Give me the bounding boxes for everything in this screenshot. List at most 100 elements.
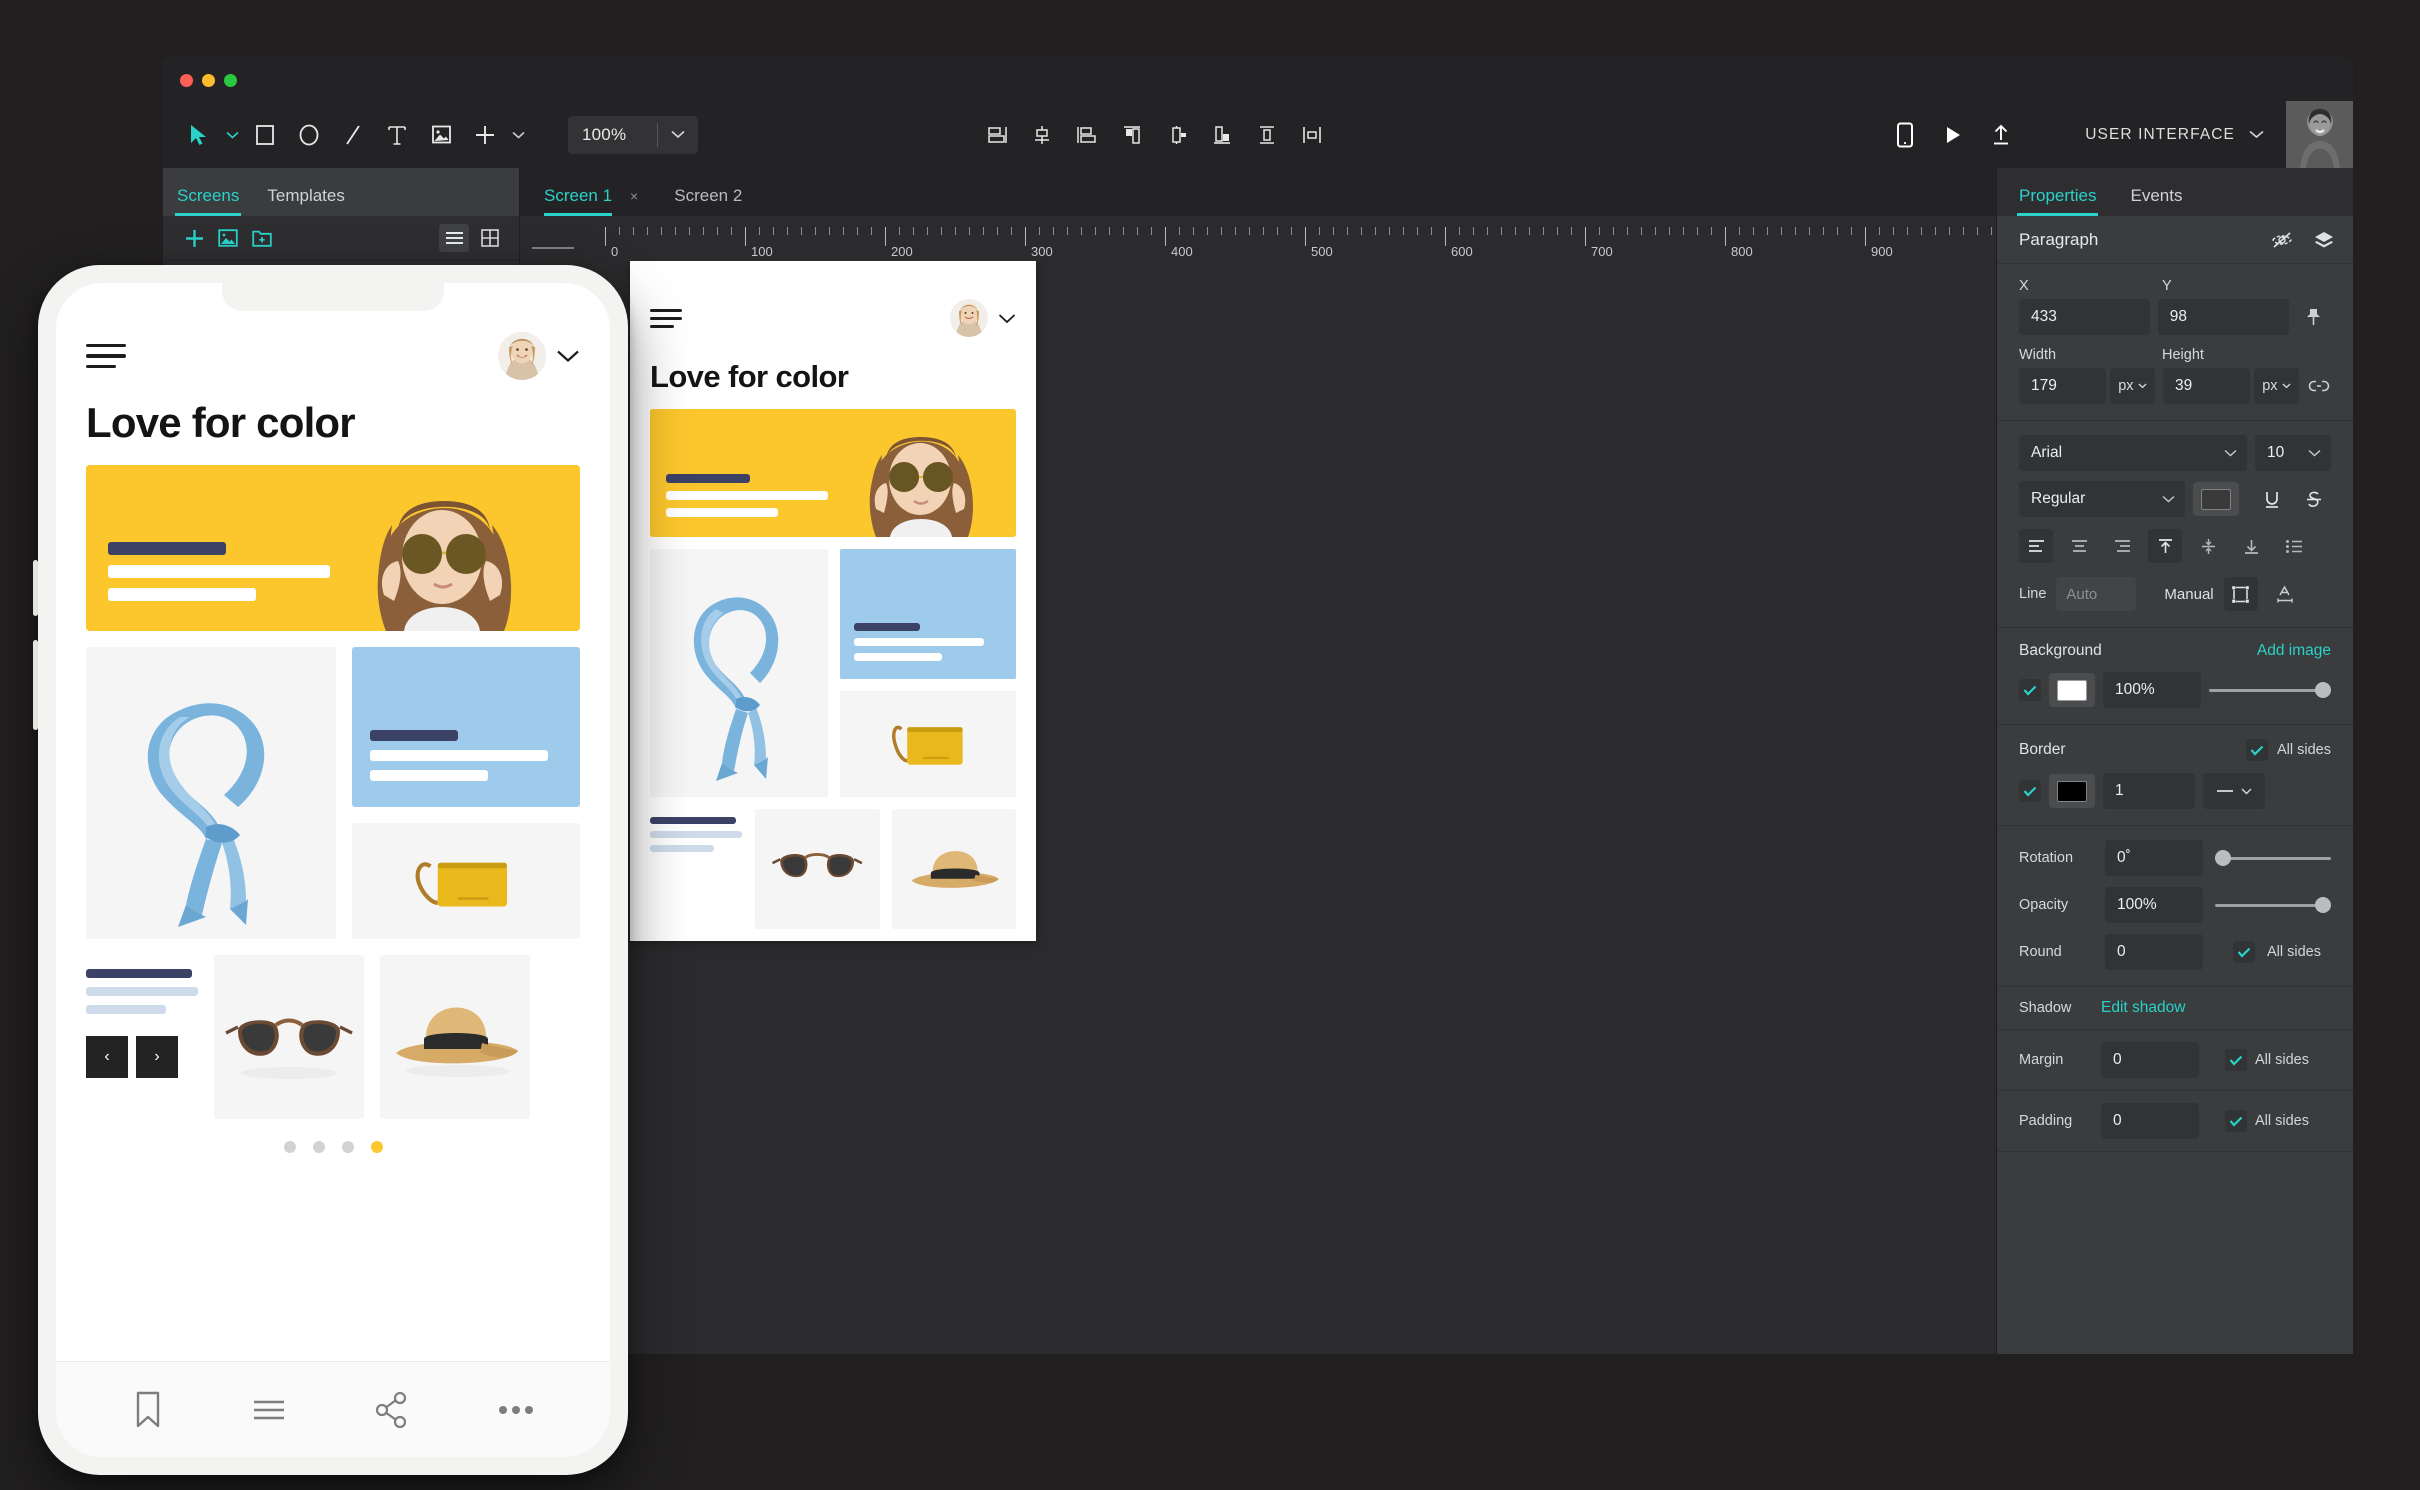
tab-screen-1[interactable]: Screen 1 ×	[542, 186, 650, 216]
tab-templates[interactable]: Templates	[267, 186, 344, 216]
rotation-input[interactable]: 0˚	[2105, 840, 2203, 876]
tab-properties[interactable]: Properties	[2016, 186, 2099, 216]
list-icon[interactable]	[439, 224, 469, 252]
valign-middle-icon[interactable]	[2191, 529, 2225, 563]
user-avatar[interactable]	[2286, 101, 2353, 168]
phone-screen[interactable]: Love for color ‹ ›	[56, 283, 610, 1457]
text-tool[interactable]	[376, 114, 418, 156]
distribute-horizontal-icon[interactable]	[1160, 118, 1194, 152]
opacity-slider[interactable]	[2215, 895, 2331, 915]
align-top-icon[interactable]	[1115, 118, 1149, 152]
align-bottom-icon[interactable]	[1205, 118, 1239, 152]
background-enabled-checkbox[interactable]	[2019, 679, 2041, 701]
valign-bottom-icon[interactable]	[2234, 529, 2268, 563]
image-icon[interactable]	[211, 223, 245, 253]
align-middle-vertical-icon[interactable]	[1250, 118, 1284, 152]
artboard-hat-card[interactable]	[891, 809, 1016, 929]
share-icon[interactable]	[375, 1391, 409, 1428]
line-height-input[interactable]: Auto	[2056, 577, 2137, 611]
x-input[interactable]: 433	[2019, 299, 2150, 335]
border-color-swatch[interactable]	[2049, 774, 2095, 808]
design-canvas[interactable]: Love for color	[520, 261, 1996, 1354]
align-left-icon[interactable]	[980, 118, 1014, 152]
carousel-dot-3[interactable]	[341, 1141, 354, 1153]
rectangle-tool[interactable]	[244, 114, 286, 156]
border-width-input[interactable]: 1	[2103, 773, 2195, 809]
round-all-sides-checkbox[interactable]	[2233, 941, 2255, 963]
select-tool-chevron-down-icon[interactable]	[222, 114, 242, 156]
letter-spacing-icon[interactable]	[2268, 577, 2302, 611]
margin-all-sides-checkbox[interactable]	[2225, 1049, 2247, 1071]
eye-off-icon[interactable]	[2269, 227, 2295, 253]
rotation-slider[interactable]	[2215, 848, 2331, 868]
slider-knob[interactable]	[2315, 897, 2331, 913]
border-style-select[interactable]	[2203, 773, 2265, 809]
artboard-blue-card[interactable]	[840, 549, 1016, 679]
align-text-center-icon[interactable]	[2062, 529, 2096, 563]
bookmark-icon[interactable]	[133, 1391, 163, 1429]
align-center-horizontal-icon[interactable]	[1025, 118, 1059, 152]
phone-scarf-card[interactable]	[86, 647, 336, 939]
phone-bag-card[interactable]	[352, 823, 580, 939]
phone-hero-card[interactable]	[86, 465, 580, 631]
tab-screens[interactable]: Screens	[174, 186, 242, 216]
add-tool[interactable]	[464, 114, 506, 156]
distribute-vertical-icon[interactable]	[1295, 118, 1329, 152]
upload-icon[interactable]	[1977, 111, 2025, 159]
line-tool[interactable]	[332, 114, 374, 156]
profile-avatar[interactable]	[950, 299, 988, 337]
round-input[interactable]: 0	[2105, 934, 2203, 970]
play-icon[interactable]	[1929, 111, 1977, 159]
align-text-right-icon[interactable]	[2105, 529, 2139, 563]
close-icon[interactable]: ×	[630, 188, 638, 204]
image-tool[interactable]	[420, 114, 462, 156]
link-icon[interactable]	[2307, 379, 2331, 393]
zoom-value[interactable]: 100%	[568, 125, 657, 145]
background-color-swatch[interactable]	[2049, 673, 2095, 707]
y-input[interactable]: 98	[2157, 299, 2289, 335]
carousel-dot-2[interactable]	[312, 1141, 325, 1153]
background-opacity-slider[interactable]	[2209, 680, 2331, 700]
zoom-chevron-down-icon[interactable]	[658, 130, 698, 139]
background-opacity-input[interactable]: 100%	[2103, 672, 2201, 708]
project-selector[interactable]: USER INTERFACE	[2085, 126, 2264, 144]
plus-icon[interactable]	[177, 223, 211, 253]
add-image-button[interactable]: Add image	[2257, 642, 2331, 660]
width-input[interactable]: 179	[2019, 368, 2106, 404]
bounding-box-icon[interactable]	[2223, 577, 2258, 611]
slider-knob[interactable]	[2315, 682, 2331, 698]
align-right-icon[interactable]	[1070, 118, 1104, 152]
valign-top-icon[interactable]	[2148, 529, 2182, 563]
grid-icon[interactable]	[475, 224, 505, 252]
hamburger-menu-icon[interactable]	[86, 343, 126, 369]
padding-input[interactable]: 0	[2101, 1103, 2199, 1139]
pin-icon[interactable]	[2297, 307, 2331, 327]
list-lines-icon[interactable]	[252, 1399, 286, 1421]
phone-sunglasses-card[interactable]	[214, 955, 364, 1119]
artboard-bag-card[interactable]	[840, 691, 1016, 797]
font-weight-select[interactable]: Regular	[2019, 481, 2185, 517]
carousel-prev-button[interactable]: ‹	[86, 1036, 128, 1078]
tab-events[interactable]: Events	[2130, 186, 2182, 216]
carousel-next-button[interactable]: ›	[136, 1036, 178, 1078]
ruler-track[interactable]: 010020030040050060070080090010001100	[580, 216, 1996, 261]
artboard-screen-1[interactable]: Love for color	[630, 261, 1036, 941]
opacity-input[interactable]: 100%	[2105, 887, 2203, 923]
border-all-sides-checkbox[interactable]	[2246, 739, 2268, 761]
phone-blue-card[interactable]	[352, 647, 580, 807]
hamburger-menu-icon[interactable]	[650, 308, 682, 328]
profile-avatar[interactable]	[498, 332, 546, 380]
minimize-window-button[interactable]	[202, 74, 215, 87]
border-enabled-checkbox[interactable]	[2019, 780, 2041, 802]
add-tool-chevron-down-icon[interactable]	[508, 114, 528, 156]
folder-add-icon[interactable]	[245, 223, 279, 253]
slider-knob[interactable]	[2215, 850, 2231, 866]
text-color-swatch[interactable]	[2193, 482, 2239, 516]
artboard-sunglasses-card[interactable]	[755, 809, 880, 929]
more-dots-icon[interactable]	[498, 1405, 534, 1415]
height-input[interactable]: 39	[2163, 368, 2250, 404]
artboard-scarf-card[interactable]	[650, 549, 828, 797]
artboard-hero-card[interactable]	[650, 409, 1016, 537]
margin-input[interactable]: 0	[2101, 1042, 2199, 1078]
padding-all-sides-checkbox[interactable]	[2225, 1110, 2247, 1132]
